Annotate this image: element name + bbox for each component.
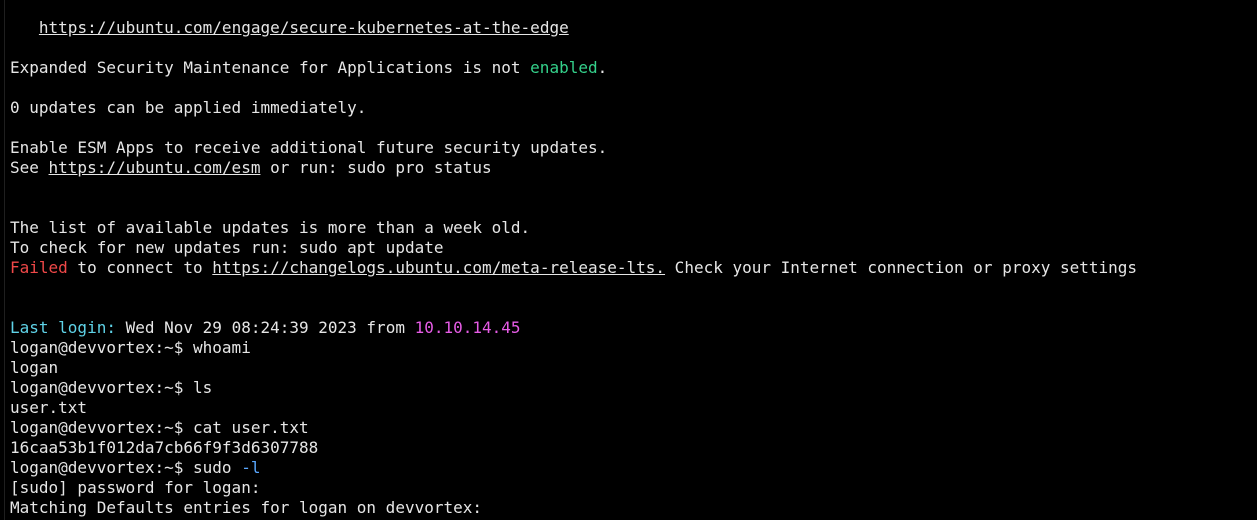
terminal-line: https://ubuntu.com/engage/secure-kuberne… [10,18,1257,38]
terminal-text: logan@devvortex:~$ sudo [10,458,242,477]
terminal-line: Expanded Security Maintenance for Applic… [10,58,1257,78]
terminal-line: logan@devvortex:~$ cat user.txt [10,418,1257,438]
command-flag: -l [241,458,261,477]
terminal-line: [sudo] password for logan: [10,478,1257,498]
terminal-text: See [10,158,49,177]
terminal-line: Failed to connect to https://changelogs.… [10,258,1257,278]
terminal-line: Last login: Wed Nov 29 08:24:39 2023 fro… [10,318,1257,338]
terminal-line: To check for new updates run: sudo apt u… [10,238,1257,258]
terminal-text: 16caa53b1f012da7cb66f9f3d6307788 [10,438,319,457]
terminal-text: Check your Internet connection or proxy … [665,258,1138,277]
terminal-text: user.txt [10,398,88,417]
terminal-text: logan [10,358,59,377]
failed-label: Failed [10,258,68,277]
status-enabled: enabled [530,58,598,77]
terminal-text: Expanded Security Maintenance for Applic… [10,58,531,77]
terminal-text: to connect to [67,258,213,277]
terminal-line: The list of available updates is more th… [10,218,1257,238]
terminal-line: logan@devvortex:~$ ls [10,378,1257,398]
terminal-line: logan@devvortex:~$ whoami [10,338,1257,358]
last-login-label: Last login: [10,318,116,337]
terminal-text: logan@devvortex:~$ whoami [10,338,251,357]
terminal-window[interactable]: https://ubuntu.com/engage/secure-kuberne… [0,0,1257,520]
terminal-text: logan@devvortex:~$ ls [10,378,213,397]
ip-address: 10.10.14.45 [414,318,521,337]
terminal-link[interactable]: https://ubuntu.com/engage/secure-kuberne… [39,18,569,37]
terminal-line: 0 updates can be applied immediately. [10,98,1257,118]
terminal-link[interactable]: https://changelogs.ubuntu.com/meta-relea… [212,258,665,277]
terminal-line: Matching Defaults entries for logan on d… [10,498,1257,518]
terminal-link[interactable]: https://ubuntu.com/esm [49,158,261,177]
terminal-text: To check for new updates run: sudo apt u… [10,238,444,257]
terminal-text: Enable ESM Apps to receive additional fu… [10,138,608,157]
terminal-output: https://ubuntu.com/engage/secure-kuberne… [10,18,1257,518]
terminal-text: or run: sudo pro status [260,158,492,177]
terminal-text: The list of available updates is more th… [10,218,531,237]
terminal-line: See https://ubuntu.com/esm or run: sudo … [10,158,1257,178]
terminal-text: [sudo] password for logan: [10,478,261,497]
terminal-text: 0 updates can be applied immediately. [10,98,367,117]
terminal-line: Enable ESM Apps to receive additional fu… [10,138,1257,158]
terminal-line: logan [10,358,1257,378]
terminal-line: user.txt [10,398,1257,418]
terminal-text: Matching Defaults entries for logan on d… [10,498,483,517]
terminal-text: logan@devvortex:~$ cat user.txt [10,418,309,437]
terminal-text: . [597,58,608,77]
terminal-line: 16caa53b1f012da7cb66f9f3d6307788 [10,438,1257,458]
terminal-line: logan@devvortex:~$ sudo -l [10,458,1257,478]
terminal-left-border [4,0,5,520]
terminal-text: Wed Nov 29 08:24:39 2023 from [115,318,415,337]
